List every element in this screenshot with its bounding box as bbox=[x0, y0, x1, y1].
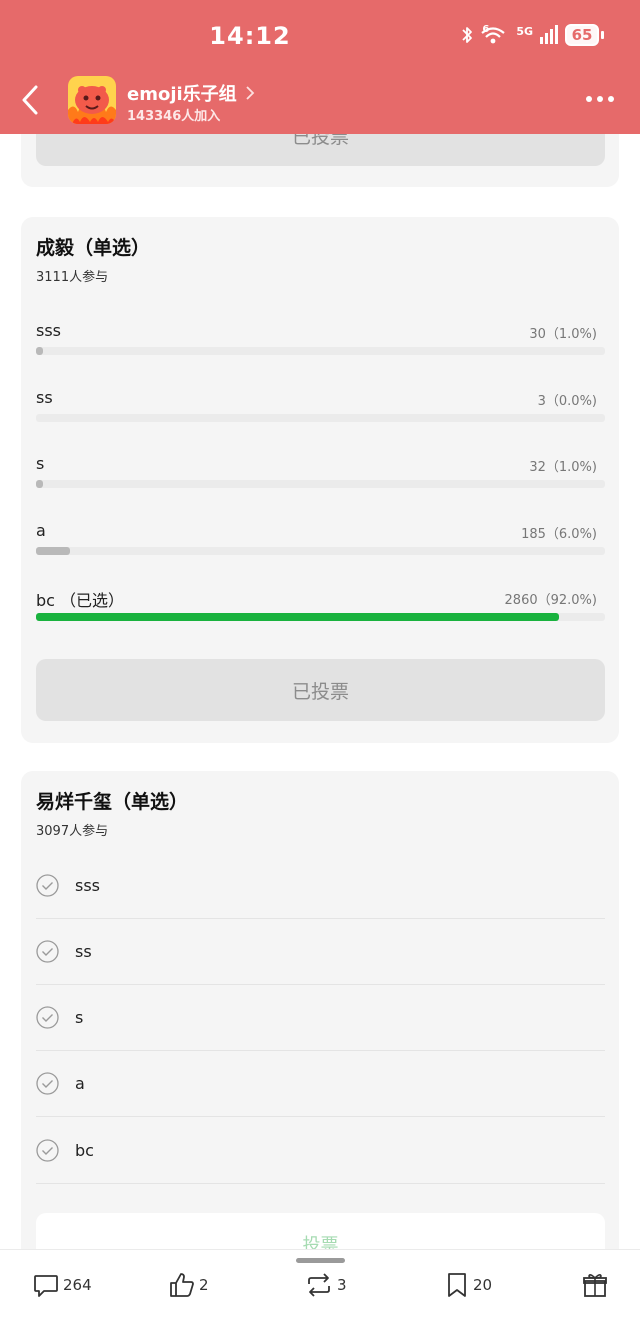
result-label: a bbox=[36, 521, 46, 540]
voted-button: 已投票 bbox=[36, 659, 605, 721]
group-member-count: 143346人加入 bbox=[127, 109, 221, 124]
top-header: 14:12 6 5G 65 emoji乐子组 143346人加入 bbox=[0, 0, 640, 134]
result-bar-track bbox=[36, 414, 605, 422]
poll-result-row: a 185（6.0%) bbox=[36, 521, 605, 571]
result-bar-fill bbox=[36, 547, 71, 555]
more-dot bbox=[597, 96, 603, 102]
gift-icon bbox=[583, 1274, 607, 1297]
option-label: ss bbox=[75, 942, 92, 961]
result-bar-track bbox=[36, 613, 605, 621]
check-circle-icon bbox=[36, 874, 59, 897]
check-circle-icon bbox=[36, 1139, 59, 1162]
repost-count: 3 bbox=[337, 1276, 347, 1294]
poll-participants: 3097人参与 bbox=[36, 824, 109, 839]
option-label: s bbox=[75, 1008, 84, 1027]
poll-option[interactable]: s bbox=[36, 985, 605, 1051]
gift-button[interactable] bbox=[582, 1270, 608, 1300]
result-bar-track bbox=[36, 480, 605, 488]
poll-result-row: sss 30（1.0%) bbox=[36, 321, 605, 371]
result-count: 3（0.0%) bbox=[537, 394, 597, 409]
poll-result-row-selected: bc （已选） 2860（92.0%) bbox=[36, 587, 605, 637]
poll-title: 易烊千玺（单选） bbox=[36, 791, 189, 813]
result-count: 2860（92.0%) bbox=[504, 593, 597, 608]
status-time: 14:12 bbox=[209, 22, 291, 50]
network-type: 5G bbox=[516, 24, 533, 38]
comment-icon bbox=[34, 1275, 58, 1297]
result-bar-fill bbox=[36, 347, 43, 355]
more-dot bbox=[608, 96, 614, 102]
result-label: sss bbox=[36, 321, 62, 340]
back-button[interactable] bbox=[14, 80, 46, 120]
result-count: 185（6.0%) bbox=[521, 527, 597, 542]
like-count: 2 bbox=[199, 1276, 209, 1294]
battery-tip bbox=[601, 31, 604, 39]
group-name-label: emoji乐子组 bbox=[127, 84, 237, 105]
result-bar-fill bbox=[36, 480, 43, 488]
check-circle-icon bbox=[36, 1072, 59, 1095]
check-circle-icon bbox=[36, 1006, 59, 1029]
status-icons: 6 5G 65 bbox=[460, 24, 604, 46]
option-label: sss bbox=[75, 876, 101, 895]
chevron-right-icon bbox=[246, 86, 254, 100]
poll-participants: 3111人参与 bbox=[36, 270, 109, 285]
poll-option[interactable]: a bbox=[36, 1051, 605, 1117]
battery-icon: 65 bbox=[565, 24, 599, 46]
comment-count: 264 bbox=[63, 1276, 92, 1294]
poll-title: 成毅（单选） bbox=[36, 237, 151, 259]
bottom-action-bar: 264 2 3 20 bbox=[0, 1249, 640, 1320]
result-bar-track bbox=[36, 347, 605, 355]
poll-option[interactable]: ss bbox=[36, 919, 605, 985]
home-indicator bbox=[296, 1258, 345, 1263]
signal-icon bbox=[540, 25, 558, 44]
thumbs-up-icon bbox=[170, 1273, 194, 1297]
poll-card-2: 易烊千玺（单选） 3097人参与 sss ss s a bc 投票 bbox=[21, 771, 619, 1320]
poll-option[interactable]: sss bbox=[36, 853, 605, 919]
more-menu-button[interactable] bbox=[586, 96, 614, 102]
poll-result-row: ss 3（0.0%) bbox=[36, 388, 605, 438]
wifi-sup: 6 bbox=[482, 23, 490, 35]
like-button[interactable]: 2 bbox=[168, 1270, 209, 1300]
poll-card-1: 成毅（单选） 3111人参与 sss 30（1.0%) ss 3（0.0%) s… bbox=[21, 217, 619, 743]
repost-icon bbox=[308, 1273, 330, 1297]
result-bar-track bbox=[36, 547, 605, 555]
result-label: bc （已选） bbox=[36, 591, 125, 610]
result-count: 32（1.0%) bbox=[529, 460, 597, 475]
check-circle-icon bbox=[36, 940, 59, 963]
chevron-left-icon bbox=[22, 85, 38, 115]
comment-button[interactable]: 264 bbox=[32, 1270, 92, 1300]
bookmark-icon bbox=[448, 1273, 466, 1297]
poll-option[interactable]: bc bbox=[36, 1118, 605, 1184]
favorite-count: 20 bbox=[473, 1276, 493, 1294]
more-dot bbox=[586, 96, 592, 102]
poll-result-row: s 32（1.0%) bbox=[36, 454, 605, 504]
group-name[interactable]: emoji乐子组 bbox=[127, 80, 255, 106]
favorite-button[interactable]: 20 bbox=[444, 1270, 492, 1300]
repost-button[interactable]: 3 bbox=[304, 1270, 347, 1300]
monster-emoji-icon bbox=[68, 76, 116, 124]
option-label: a bbox=[75, 1074, 85, 1093]
option-label: bc bbox=[75, 1141, 94, 1160]
result-label: s bbox=[36, 454, 45, 473]
group-avatar[interactable] bbox=[68, 76, 116, 124]
result-bar-fill bbox=[36, 613, 560, 621]
result-label: ss bbox=[36, 388, 53, 407]
result-count: 30（1.0%) bbox=[529, 327, 597, 342]
bluetooth-icon bbox=[462, 27, 473, 43]
voted-button-label: 已投票 bbox=[291, 680, 349, 703]
